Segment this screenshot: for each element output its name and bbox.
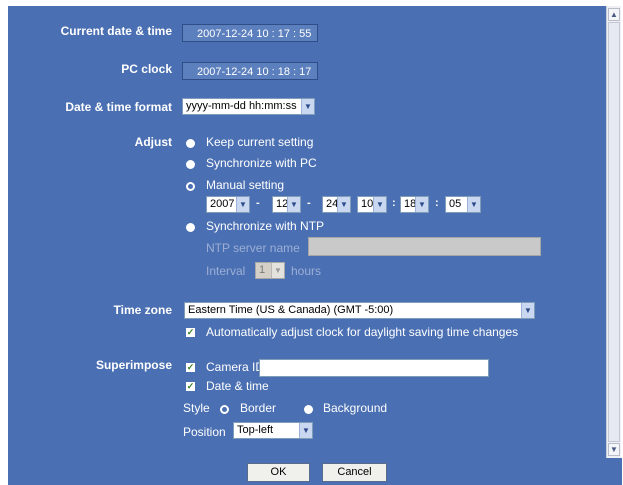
chevron-down-icon: ▼ (373, 197, 386, 212)
manual-minute-select[interactable]: 18 ▼ (400, 196, 429, 213)
style-background-label: Background (323, 401, 388, 415)
date-separator: - (256, 197, 260, 209)
adjust-keep-current-label: Keep current setting (206, 135, 314, 149)
chevron-down-icon: ▼ (299, 423, 312, 438)
manual-year-select[interactable]: 2007 ▼ (206, 196, 250, 213)
style-label: Style (183, 401, 210, 415)
chevron-down-icon: ▼ (236, 197, 249, 212)
adjust-sync-pc-radio[interactable] (186, 160, 195, 169)
manual-day-select[interactable]: 24 ▼ (322, 196, 351, 213)
chevron-down-icon: ▼ (337, 197, 350, 212)
position-label: Position (183, 425, 226, 439)
adjust-label: Adjust (134, 135, 172, 149)
superimpose-label: Superimpose (95, 358, 172, 372)
scrollbar-thumb[interactable] (608, 22, 620, 442)
adjust-keep-current-radio[interactable] (186, 139, 195, 148)
manual-month-select[interactable]: 12 ▼ (272, 196, 301, 213)
interval-select[interactable]: 1 ▼ (255, 262, 285, 279)
style-border-label: Border (240, 401, 277, 415)
interval-label: Interval (206, 264, 246, 278)
chevron-down-icon: ▼ (287, 197, 300, 212)
camera-id-input[interactable] (259, 359, 489, 377)
time-zone-value: Eastern Time (US & Canada) (GMT -5:00) (188, 304, 394, 316)
chevron-down-icon: ▼ (301, 99, 314, 114)
date-time-format-select[interactable]: yyyy-mm-dd hh:mm:ss ▼ (182, 98, 315, 115)
style-background-radio[interactable] (304, 405, 313, 414)
time-zone-select[interactable]: Eastern Time (US & Canada) (GMT -5:00) ▼ (184, 302, 535, 319)
ok-button[interactable]: OK (247, 463, 310, 482)
arrow-down-icon[interactable]: ▼ (608, 443, 620, 456)
chevron-down-icon: ▼ (415, 197, 428, 212)
ntp-server-label: NTP server name (206, 241, 300, 255)
vertical-scrollbar[interactable]: ▲ ▼ (606, 6, 621, 458)
chevron-down-icon: ▼ (271, 263, 284, 278)
time-separator: : (435, 197, 439, 209)
arrow-up-icon[interactable]: ▲ (608, 8, 620, 21)
adjust-sync-ntp-label: Synchronize with NTP (206, 219, 325, 233)
date-time-label: Date & time (206, 379, 269, 393)
position-value: Top-left (237, 424, 274, 436)
pc-clock-display: 2007-12-24 10 : 18 : 17 (182, 62, 318, 80)
current-date-time-display: 2007-12-24 10 : 17 : 55 (182, 24, 318, 42)
settings-window: Current date & time 2007-12-24 10 : 17 :… (0, 0, 623, 485)
time-separator: : (392, 197, 396, 209)
checkmark-icon: ✓ (186, 362, 195, 372)
manual-second-select[interactable]: 05 ▼ (445, 196, 481, 213)
interval-unit: hours (291, 264, 322, 278)
position-select[interactable]: Top-left ▼ (233, 422, 313, 439)
pc-clock-label: PC clock (121, 62, 172, 76)
checkmark-icon: ✓ (186, 381, 195, 391)
manual-second-value: 05 (449, 198, 462, 210)
adjust-sync-ntp-radio[interactable] (186, 223, 195, 232)
current-date-time-label: Current date & time (60, 24, 172, 38)
manual-hour-value: 10 (361, 198, 374, 210)
adjust-manual-label: Manual setting (206, 178, 285, 192)
dst-label: Automatically adjust clock for daylight … (206, 325, 519, 339)
date-time-checkbox[interactable]: ✓ (186, 382, 195, 391)
camera-id-label: Camera ID (206, 360, 265, 374)
time-zone-label: Time zone (113, 303, 172, 317)
style-border-radio[interactable] (220, 405, 229, 414)
camera-id-checkbox[interactable]: ✓ (186, 363, 195, 372)
button-bar: OK Cancel (8, 458, 622, 485)
cancel-button[interactable]: Cancel (322, 463, 387, 482)
interval-value: 1 (259, 264, 266, 276)
dst-checkbox[interactable]: ✓ (186, 328, 195, 337)
date-time-settings-panel: Current date & time 2007-12-24 10 : 17 :… (8, 6, 606, 458)
manual-year-value: 2007 (210, 198, 235, 210)
date-separator: - (307, 197, 311, 209)
date-time-format-label: Date & time format (65, 100, 172, 114)
date-time-format-value: yyyy-mm-dd hh:mm:ss (186, 100, 297, 112)
adjust-manual-radio[interactable] (186, 182, 195, 191)
adjust-sync-pc-label: Synchronize with PC (206, 156, 317, 170)
ntp-server-input[interactable] (308, 237, 541, 256)
checkmark-icon: ✓ (186, 327, 195, 337)
chevron-down-icon: ▼ (521, 303, 534, 318)
chevron-down-icon: ▼ (467, 197, 480, 212)
manual-hour-select[interactable]: 10 ▼ (357, 196, 387, 213)
